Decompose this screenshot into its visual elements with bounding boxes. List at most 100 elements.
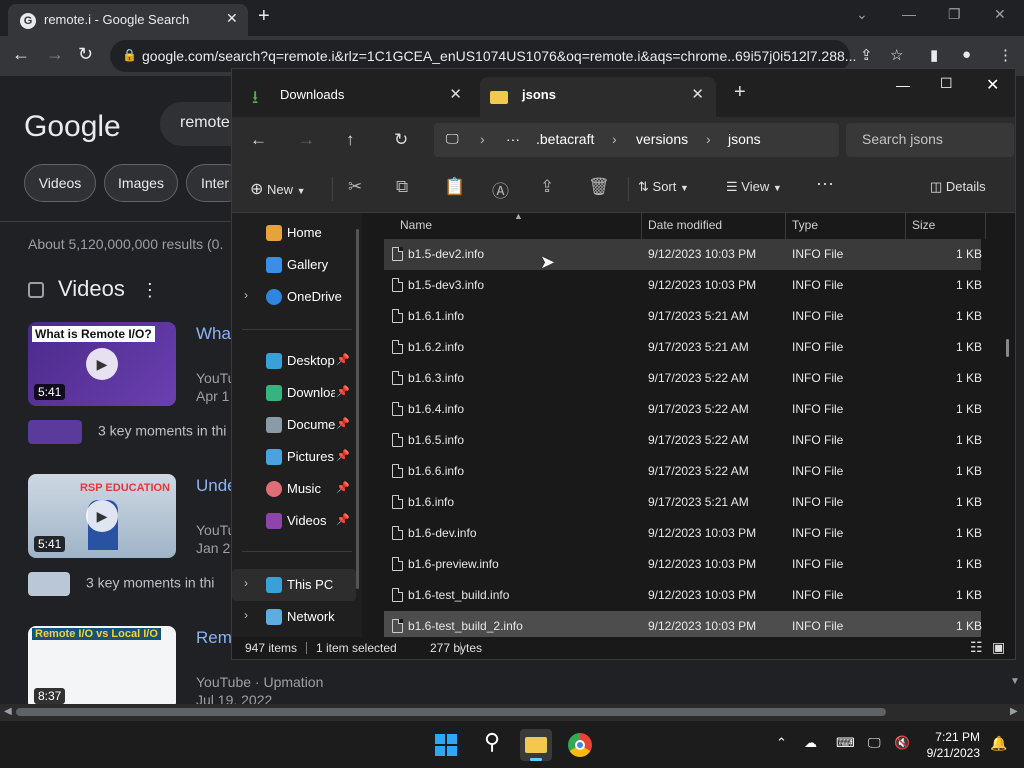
address-bar-url[interactable]: google.com/search?q=remote.i&rlz=1C1GCEA… [142, 48, 856, 64]
nav-item-downloads[interactable]: Downloads📌 [232, 377, 356, 409]
nav-item-onedrive[interactable]: › OneDrive [232, 281, 356, 313]
file-row[interactable]: b1.6-preview.info 9/12/2023 10:03 PM INFO … [384, 549, 982, 580]
column-divider[interactable] [985, 213, 986, 239]
video-thumbnail[interactable]: RSP EDUCATION ▶ 5:41 [28, 474, 176, 558]
search-icon[interactable]: ⚲ [476, 729, 508, 761]
nav-pane-scrollbar[interactable] [356, 229, 359, 589]
chevron-right-icon[interactable]: › [244, 608, 248, 622]
up-arrow-icon[interactable]: ↑ [346, 130, 355, 150]
new-tab-button[interactable]: + [258, 5, 270, 28]
chrome-minimize-button[interactable]: — [902, 6, 916, 22]
file-row[interactable]: b1.6-test_build_2.info 9/12/2023 10:03 PM… [384, 611, 982, 637]
breadcrumb-item[interactable]: versions [636, 131, 688, 147]
file-row[interactable]: b1.6.3.info 9/17/2023 5:22 AM INFO File 1 K… [384, 363, 982, 394]
tiles-view-icon[interactable]: ▣ [992, 639, 1005, 656]
show-hidden-icons-icon[interactable]: ⌃ [776, 735, 787, 751]
forward-arrow-icon[interactable]: → [46, 44, 64, 65]
new-button[interactable]: ⊕ New ▼ [250, 179, 306, 199]
explorer-close-button[interactable]: ✕ [986, 75, 999, 95]
chrome-taskbar-icon[interactable] [564, 729, 596, 761]
notification-bell-icon[interactable]: 🔔 [990, 735, 1007, 752]
file-list-scrollbar[interactable] [1006, 339, 1009, 357]
search-input[interactable]: Search jsons [846, 123, 1014, 157]
delete-icon[interactable]: 🗑 [588, 177, 610, 197]
chrome-tab-active[interactable]: G remote.i - Google Search ✕ [8, 4, 248, 36]
file-row[interactable]: b1.6.info 9/17/2023 5:21 AM INFO File 1 KB [384, 487, 982, 518]
chrome-close-button[interactable]: ✕ [994, 6, 1006, 23]
chrome-restore-button[interactable]: ❐ [948, 6, 961, 23]
close-tab-icon[interactable]: ✕ [691, 85, 704, 103]
close-tab-icon[interactable]: ✕ [449, 85, 462, 103]
file-explorer-taskbar-icon[interactable] [520, 729, 552, 761]
clock-time[interactable]: 7:21 PM [918, 730, 980, 744]
new-tab-button[interactable]: + [734, 81, 746, 104]
start-button[interactable] [430, 729, 462, 761]
column-divider[interactable] [641, 213, 642, 239]
column-divider[interactable] [785, 213, 786, 239]
paste-icon[interactable]: 📋 [444, 177, 465, 197]
nav-item-videos[interactable]: Videos 📌 [232, 505, 356, 537]
rename-icon[interactable]: Ⓐ [492, 177, 509, 202]
more-options-icon[interactable]: ··· [816, 173, 834, 194]
profile-icon[interactable]: ● [962, 46, 971, 63]
column-header-date[interactable]: Date modified [648, 218, 722, 232]
cut-icon[interactable]: ✂ [348, 177, 362, 197]
video-thumbnail[interactable]: What is Remote I/O? ▶ 5:41 [28, 322, 176, 406]
scroll-left-arrow-icon[interactable]: ◀ [4, 706, 12, 717]
chrome-menu-icon[interactable]: ⋮ [998, 46, 1013, 64]
file-row[interactable]: b1.5-dev2.info 9/12/2023 10:03 PM INFO Fil… [384, 239, 982, 270]
column-header-size[interactable]: Size [912, 218, 935, 232]
refresh-icon[interactable]: ↻ [394, 130, 408, 150]
explorer-maximize-button[interactable]: ☐ [940, 75, 953, 92]
key-moments-link[interactable]: 3 key moments in thi [28, 572, 214, 596]
file-row[interactable]: b1.6.5.info 9/17/2023 5:22 AM INFO File 1 K… [384, 425, 982, 456]
breadcrumb[interactable]: 🖵 › ··· .betacraft › versions › jsons [434, 123, 839, 157]
key-moments-link[interactable]: 3 key moments in thi [28, 420, 226, 444]
explorer-tab-downloads[interactable]: ⭳ Downloads ✕ [238, 77, 474, 117]
back-arrow-icon[interactable]: ← [12, 44, 30, 65]
horizontal-scrollbar[interactable]: ◀ ▶ [0, 704, 1024, 720]
more-locations-icon[interactable]: ··· [506, 131, 520, 147]
more-options-icon[interactable]: ⋮ [141, 280, 159, 300]
column-header-type[interactable]: Type [792, 218, 818, 232]
nav-item-home[interactable]: Home [232, 217, 356, 249]
file-row[interactable]: b1.6-test_build.info 9/12/2023 10:03 PM IN… [384, 580, 982, 611]
share-icon[interactable]: ⇪ [860, 46, 873, 64]
chip-images[interactable]: Images [104, 164, 178, 202]
column-divider[interactable] [905, 213, 906, 239]
file-row[interactable]: b1.6-dev.info 9/12/2023 10:03 PM INFO File… [384, 518, 982, 549]
details-view-icon[interactable]: ☷ [970, 639, 983, 656]
sort-button[interactable]: ⇅ Sort ▼ [638, 179, 689, 195]
forward-arrow-icon[interactable]: → [298, 130, 315, 150]
breadcrumb-item[interactable]: jsons [728, 131, 761, 147]
share-icon[interactable]: ⇪ [540, 177, 554, 197]
scrollbar-thumb[interactable] [16, 708, 886, 716]
video-title-link[interactable]: What [196, 324, 236, 344]
scroll-down-arrow-icon[interactable]: ▼ [1010, 676, 1020, 687]
bookmark-star-icon[interactable]: ☆ [890, 46, 903, 64]
nav-item-desktop[interactable]: Desktop 📌 [232, 345, 356, 377]
nav-item-documents[interactable]: Documents📌 [232, 409, 356, 441]
view-button[interactable]: ☰ View ▼ [726, 179, 782, 195]
chip-videos[interactable]: Videos [24, 164, 96, 202]
scroll-right-arrow-icon[interactable]: ▶ [1010, 706, 1018, 717]
file-row[interactable]: b1.5-dev3.info 9/12/2023 10:03 PM INFO Fil… [384, 270, 982, 301]
onedrive-tray-icon[interactable]: ☁ [804, 735, 817, 751]
close-tab-icon[interactable]: ✕ [226, 10, 238, 27]
clock-date[interactable]: 9/21/2023 [918, 746, 980, 760]
explorer-minimize-button[interactable]: — [896, 77, 910, 93]
nav-item-pictures[interactable]: Pictures 📌 [232, 441, 356, 473]
explorer-tab-jsons[interactable]: jsons ✕ [480, 77, 716, 117]
back-arrow-icon[interactable]: ← [250, 130, 267, 150]
chevron-right-icon[interactable]: › [244, 576, 248, 590]
google-search-query[interactable]: remote [180, 114, 230, 132]
google-logo[interactable]: Google [24, 110, 121, 144]
volume-muted-icon[interactable]: 🔇 [894, 735, 910, 751]
copy-icon[interactable]: ⧉ [396, 177, 408, 197]
keyboard-icon[interactable]: ⌨ [836, 735, 855, 751]
nav-item-music[interactable]: Music 📌 [232, 473, 356, 505]
network-status-icon[interactable]: 🖵 [868, 735, 881, 751]
file-row[interactable]: b1.6.1.info 9/17/2023 5:21 AM INFO File 1 K… [384, 301, 982, 332]
reload-icon[interactable]: ↻ [78, 44, 93, 65]
breadcrumb-item[interactable]: .betacraft [536, 131, 594, 147]
